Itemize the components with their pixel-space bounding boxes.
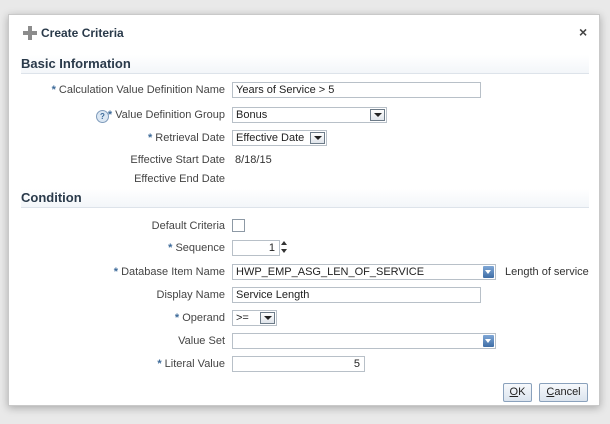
chevron-down-icon[interactable] [483, 335, 494, 347]
sequence-label: * Sequence [168, 242, 225, 254]
literal-value-label: * Literal Value [157, 358, 225, 370]
required-marker: * [148, 132, 153, 144]
condition-title: Condition [21, 190, 82, 205]
required-marker: * [157, 358, 162, 370]
sequence-input[interactable]: 1 [232, 240, 280, 256]
basic-information-title: Basic Information [21, 56, 131, 71]
ok-button[interactable]: OK [503, 383, 532, 402]
create-criteria-dialog: Create Criteria × Basic Information * Cal… [8, 14, 600, 406]
retrieval-date-select[interactable]: Effective Date [232, 130, 327, 146]
database-item-select[interactable]: HWP_EMP_ASG_LEN_OF_SERVICE [232, 264, 496, 280]
plus-icon [23, 26, 37, 40]
effective-start-value: 8/18/15 [235, 154, 272, 166]
calc-name-label: * Calculation Value Definition Name [51, 84, 225, 96]
calc-name-input[interactable]: Years of Service > 5 [232, 82, 481, 98]
dialog-title: Create Criteria [41, 26, 124, 40]
database-item-label: * Database Item Name [113, 266, 225, 278]
effective-end-label: Effective End Date [134, 173, 225, 185]
operand-value: >= [236, 312, 249, 324]
database-item-description: Length of service [505, 266, 589, 278]
chevron-down-icon[interactable] [370, 109, 385, 121]
value-set-label: Value Set [178, 335, 225, 347]
literal-value-input[interactable]: 5 [232, 356, 365, 372]
value-group-value: Bonus [236, 109, 268, 121]
display-name-label: Display Name [156, 289, 225, 301]
chevron-up-icon[interactable] [280, 240, 289, 247]
close-icon[interactable]: × [579, 24, 587, 40]
required-marker: * [51, 84, 56, 96]
chevron-down-icon[interactable] [310, 132, 325, 144]
display-name-input[interactable]: Service Length [232, 287, 481, 303]
value-group-select[interactable]: Bonus [232, 107, 387, 123]
retrieval-date-label: * Retrieval Date [148, 132, 225, 144]
default-criteria-label: Default Criteria [151, 220, 225, 232]
chevron-down-icon[interactable] [260, 312, 275, 324]
database-item-value: HWP_EMP_ASG_LEN_OF_SERVICE [236, 266, 425, 278]
required-marker: * [168, 242, 173, 254]
chevron-down-icon[interactable] [280, 248, 289, 255]
value-group-label: * Value Definition Group [107, 109, 225, 121]
default-criteria-checkbox[interactable] [232, 219, 245, 232]
required-marker: * [113, 266, 119, 278]
basic-information-header: Basic Information [21, 55, 589, 74]
cancel-button[interactable]: Cancel [539, 383, 588, 402]
dialog-titlebar: Create Criteria × [9, 15, 599, 45]
value-set-select[interactable] [232, 333, 496, 349]
sequence-stepper[interactable] [280, 240, 289, 256]
condition-header: Condition [21, 189, 589, 208]
chevron-down-icon[interactable] [483, 266, 494, 278]
operand-label: * Operand [174, 312, 225, 324]
effective-start-label: Effective Start Date [130, 154, 225, 166]
required-marker: * [174, 312, 180, 324]
retrieval-date-value: Effective Date [236, 132, 305, 144]
required-marker: * [107, 109, 113, 121]
operand-select[interactable]: >= [232, 310, 277, 326]
